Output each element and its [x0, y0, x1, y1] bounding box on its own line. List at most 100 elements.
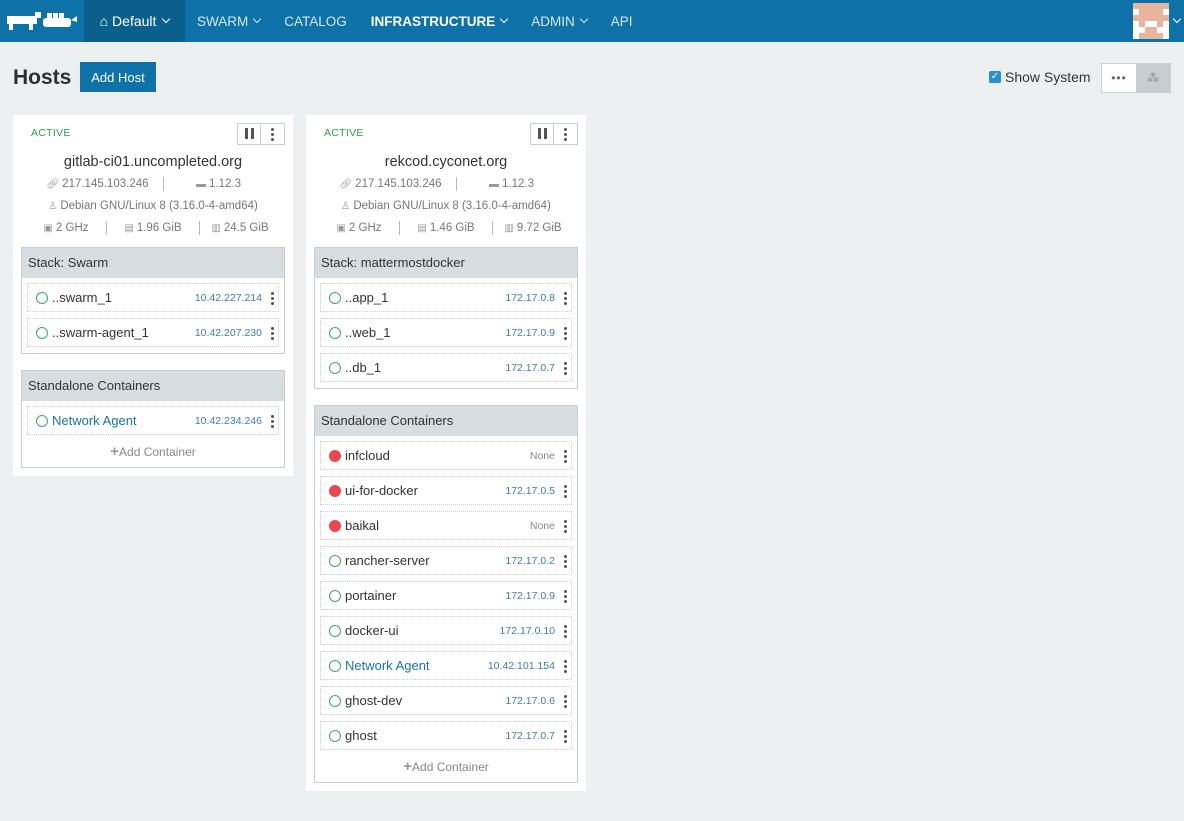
container-menu-icon[interactable] — [271, 415, 274, 428]
view-toggle: ••• ⁂ — [1101, 63, 1171, 93]
avatar — [1133, 3, 1169, 39]
nav-swarm-label: SWARM — [197, 13, 249, 29]
standalone-header: Standalone Containers — [22, 371, 284, 401]
host-cpu: 2 GHz — [348, 222, 382, 234]
container-ip: None — [529, 449, 555, 462]
container-row: docker-ui 172.17.0.10 — [320, 616, 572, 645]
container-ip: 10.42.207.230 — [194, 326, 262, 339]
container-ip: 172.17.0.9 — [505, 589, 555, 602]
container-menu-icon[interactable] — [564, 327, 567, 340]
pause-button[interactable] — [531, 124, 554, 144]
container-name[interactable]: infcloud — [345, 448, 530, 463]
container-menu-icon[interactable] — [564, 555, 567, 568]
container-name[interactable]: ghost-dev — [345, 693, 505, 708]
container-name[interactable]: Network Agent — [345, 658, 488, 673]
container-name[interactable]: ghost — [345, 728, 505, 743]
running-status-icon — [329, 624, 341, 637]
container-name[interactable]: Network Agent — [52, 413, 195, 428]
show-system-checkbox[interactable]: ✓ — [989, 71, 1001, 83]
container-row: rancher-server 172.17.0.2 — [320, 546, 572, 575]
host-name[interactable]: rekcod.cyconet.org — [314, 151, 578, 173]
host-os-row: ♙ Debian GNU/Linux 8 (3.16.0-4-amd64) — [314, 195, 578, 217]
environment-switcher[interactable]: ⌂ Default — [84, 0, 185, 42]
running-status-icon — [329, 291, 341, 304]
host-network-row: 🔗︎ 217.145.103.246 ▬ 1.12.3 — [314, 173, 578, 195]
container-row: portainer 172.17.0.9 — [320, 581, 572, 610]
container-name[interactable]: portainer — [345, 588, 505, 603]
storage-icon: ▥ — [211, 222, 221, 234]
container-name[interactable]: rancher-server — [345, 553, 505, 568]
container-row: ..db_1 172.17.0.7 — [320, 353, 572, 382]
stack-header[interactable]: Stack: Swarm — [22, 248, 284, 278]
container-ip: 172.17.0.8 — [505, 291, 555, 304]
host-menu-button[interactable] — [554, 124, 577, 144]
container-row: ui-for-docker 172.17.0.5 — [320, 476, 572, 505]
grouped-view-button[interactable]: ⁂ — [1136, 64, 1170, 92]
stopped-status-icon — [329, 519, 341, 532]
host-ip: 217.145.103.246 — [355, 178, 442, 190]
nav-infrastructure[interactable]: INFRASTRUCTURE — [359, 0, 520, 42]
host-menu-button[interactable] — [261, 124, 284, 144]
nav-api-label: API — [610, 13, 633, 29]
nav-admin[interactable]: ADMIN — [519, 0, 599, 42]
container-name[interactable]: ..swarm-agent_1 — [52, 325, 195, 340]
host-card: ACTIVE gitlab-ci01.uncompleted.org 🔗︎ 217… — [13, 115, 293, 476]
container-ip: 10.42.234.246 — [194, 414, 262, 427]
running-status-icon — [36, 414, 48, 427]
container-name[interactable]: ui-for-docker — [345, 483, 505, 498]
rancher-logo[interactable] — [0, 0, 84, 42]
container-menu-icon[interactable] — [564, 485, 567, 498]
pause-button[interactable] — [238, 124, 261, 144]
chevron-down-icon — [253, 14, 262, 24]
docker-icon: ▬ — [196, 178, 206, 190]
container-menu-icon[interactable] — [564, 450, 567, 463]
add-container-button[interactable]: +Add Container — [315, 756, 577, 782]
container-name[interactable]: ..web_1 — [345, 325, 505, 340]
show-system-toggle[interactable]: ✓ Show System — [989, 69, 1091, 85]
container-menu-icon[interactable] — [564, 730, 567, 743]
container-ip: 172.17.0.7 — [505, 729, 555, 742]
host-os-row: ♙ Debian GNU/Linux 8 (3.16.0-4-amd64) — [21, 195, 285, 217]
host-storage: 24.5 GiB — [223, 222, 269, 234]
nav-swarm[interactable]: SWARM — [185, 0, 272, 42]
container-row: infcloud None — [320, 441, 572, 470]
nav-admin-label: ADMIN — [531, 13, 575, 29]
container-name[interactable]: ..app_1 — [345, 290, 505, 305]
running-status-icon — [329, 326, 341, 339]
container-menu-icon[interactable] — [564, 292, 567, 305]
nav-catalog[interactable]: CATALOG — [272, 0, 359, 42]
container-name[interactable]: ..swarm_1 — [52, 290, 195, 305]
container-name[interactable]: docker-ui — [345, 623, 500, 638]
docker-icon: ▬ — [489, 178, 499, 190]
container-row: ..web_1 172.17.0.9 — [320, 318, 572, 347]
container-menu-icon[interactable] — [271, 327, 274, 340]
add-container-label: Add Container — [412, 760, 489, 774]
container-row: Network Agent 10.42.234.246 — [27, 406, 279, 435]
running-status-icon — [329, 589, 341, 602]
link-icon: 🔗︎ — [46, 178, 60, 190]
docker-version: 1.12.3 — [209, 178, 241, 190]
stack-header[interactable]: Stack: mattermostdocker — [315, 248, 577, 278]
container-menu-icon[interactable] — [564, 590, 567, 603]
container-menu-icon[interactable] — [564, 625, 567, 638]
running-status-icon — [329, 659, 341, 672]
add-container-button[interactable]: +Add Container — [22, 441, 284, 467]
standalone-header: Standalone Containers — [315, 406, 577, 436]
nav-api[interactable]: API — [599, 0, 645, 42]
add-host-button[interactable]: Add Host — [80, 62, 156, 92]
host-name[interactable]: gitlab-ci01.uncompleted.org — [21, 151, 285, 173]
host-os: Debian GNU/Linux 8 (3.16.0-4-amd64) — [60, 200, 258, 212]
stopped-status-icon — [329, 449, 341, 462]
container-menu-icon[interactable] — [564, 660, 567, 673]
container-menu-icon[interactable] — [564, 520, 567, 533]
host-card: ACTIVE rekcod.cyconet.org 🔗︎ 217.145.103.… — [306, 115, 586, 791]
container-menu-icon[interactable] — [564, 362, 567, 375]
container-name[interactable]: baikal — [345, 518, 530, 533]
show-system-label: Show System — [1005, 69, 1091, 85]
container-menu-icon[interactable] — [271, 292, 274, 305]
user-menu[interactable] — [1133, 0, 1184, 42]
container-name[interactable]: ..db_1 — [345, 360, 505, 375]
host-ip: 217.145.103.246 — [62, 178, 149, 190]
list-view-button[interactable]: ••• — [1102, 64, 1136, 92]
container-menu-icon[interactable] — [564, 695, 567, 708]
